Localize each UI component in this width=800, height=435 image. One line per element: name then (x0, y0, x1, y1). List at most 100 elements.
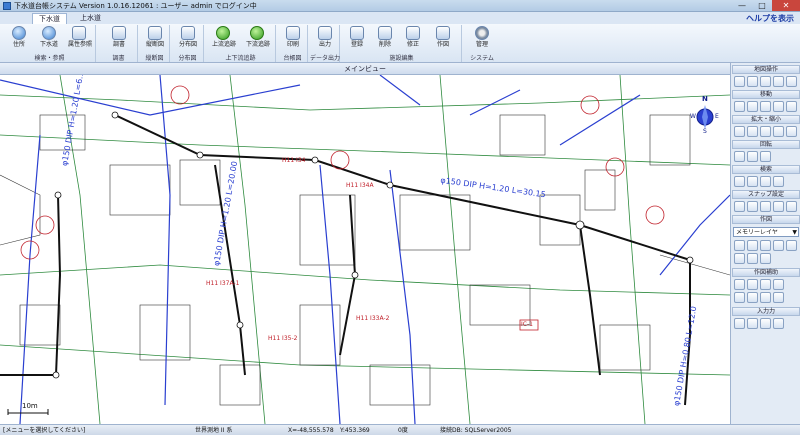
sewer-search-button[interactable]: 下水道 (38, 26, 60, 53)
print-button[interactable]: 印刷 (282, 26, 304, 53)
upstream-trace-button[interactable]: 上流追跡 (212, 26, 236, 53)
hand-icon[interactable] (734, 101, 745, 112)
title-bar: 下水道台帳システム Version 1.0.16.12061 : ユーザー ad… (0, 0, 800, 12)
annotation-circles (20, 85, 665, 260)
attribute-button[interactable]: 属性参照 (68, 26, 92, 53)
delete-button[interactable]: 削除 (374, 26, 396, 53)
draw-text-icon[interactable] (786, 240, 797, 251)
section-map-operation: 地図操作 (732, 65, 800, 74)
register-button[interactable]: 登録 (346, 26, 368, 53)
section-draw: 作図 (732, 215, 800, 224)
map-canvas[interactable]: φ150 DIP H=1.20 L=6.17 φ150 DIP H=1.20 L… (0, 75, 730, 424)
ribbon-group-report: 調書 調書 (100, 25, 138, 62)
section-rotate: 回転 (732, 140, 800, 149)
map-icon (181, 26, 195, 40)
main-pipes (0, 114, 691, 406)
assist-cut-icon[interactable] (734, 292, 745, 303)
edit-icon (406, 26, 420, 40)
flag-icon[interactable] (760, 176, 771, 187)
ribbon: 住所 下水道 属性参照 検索・参照 調書 調書 縦断図 縦断図 分布図 分布図 … (0, 24, 800, 63)
zoom-box-icon[interactable] (760, 126, 771, 137)
assist-parallel-icon[interactable] (734, 279, 745, 290)
draw-polygon-icon[interactable] (747, 253, 758, 264)
modify-button[interactable]: 修正 (402, 26, 424, 53)
ribbon-group-edit: 登録 削除 修正 作図 施設編集 (342, 25, 462, 62)
help-link[interactable]: ヘルプを表示 (746, 13, 794, 24)
marker-icon[interactable] (773, 176, 784, 187)
snap-square-icon[interactable] (734, 201, 745, 212)
arrow-left-icon[interactable] (747, 101, 758, 112)
profile-button[interactable]: 縦断図 (144, 26, 166, 53)
export-icon (318, 26, 332, 40)
draw-polyline-icon[interactable] (747, 240, 758, 251)
snap-circle-icon[interactable] (760, 201, 771, 212)
downstream-trace-button[interactable]: 下流追跡 (246, 26, 270, 53)
draw-button[interactable]: 作図 (432, 26, 454, 53)
assist-move-icon[interactable] (760, 292, 771, 303)
rotate-left-icon[interactable] (734, 151, 745, 162)
magnifier-icon (42, 26, 56, 40)
south-label: S (703, 128, 707, 135)
right-tool-panel: 地図操作 移動 拡大・縮小 回転 検索 スナップ設定 作図 メモリーレイヤ ▼ 作… (730, 63, 800, 424)
document-icon (112, 26, 126, 40)
section-move: 移動 (732, 90, 800, 99)
draw-arrow-icon[interactable] (734, 253, 745, 264)
snap-end-icon[interactable] (786, 201, 797, 212)
search-icon[interactable] (734, 176, 745, 187)
main-view-header: メインビュー (0, 63, 730, 75)
arrow-down-icon[interactable] (773, 101, 784, 112)
input-icon[interactable] (734, 318, 745, 329)
zoom-full-icon[interactable] (773, 126, 784, 137)
ic-label: IC-1 (521, 321, 533, 328)
arrow-right-icon[interactable] (786, 101, 797, 112)
pin-icon[interactable] (747, 176, 758, 187)
zoom-out-icon[interactable] (747, 126, 758, 137)
maximize-button[interactable]: □ (752, 0, 772, 11)
tool-icon[interactable] (760, 76, 771, 87)
snap-point-icon[interactable] (747, 201, 758, 212)
manhole-label: H11 I34 (282, 157, 306, 164)
assist-extend-icon[interactable] (773, 279, 784, 290)
layer-select[interactable]: メモリーレイヤ ▼ (733, 227, 799, 237)
assist-offset-icon[interactable] (760, 279, 771, 290)
export-button[interactable]: 出力 (314, 26, 336, 53)
input-icon[interactable] (773, 318, 784, 329)
draw-fill-icon[interactable] (760, 253, 771, 264)
zoom-prev-icon[interactable] (786, 126, 797, 137)
input-icon[interactable] (760, 318, 771, 329)
north-label: N (702, 95, 708, 103)
building-outlines (0, 114, 730, 406)
tool-icon[interactable] (786, 76, 797, 87)
assist-copy-icon[interactable] (773, 292, 784, 303)
snap-diamond-icon[interactable] (773, 201, 784, 212)
report-button[interactable]: 調書 (108, 26, 130, 53)
minimize-button[interactable]: — (732, 0, 752, 11)
rotate-right-icon[interactable] (747, 151, 758, 162)
zoom-in-icon[interactable] (734, 126, 745, 137)
assist-join-icon[interactable] (747, 292, 758, 303)
input-icon[interactable] (747, 318, 758, 329)
eye-icon (72, 26, 86, 40)
tab-sewer[interactable]: 下水道 (32, 13, 67, 24)
pencil-icon (436, 26, 450, 40)
assist-perpendicular-icon[interactable] (747, 279, 758, 290)
admin-button[interactable]: 管理 (471, 26, 493, 53)
window-title: 下水道台帳システム Version 1.0.16.12061 : ユーザー ad… (14, 2, 257, 10)
ribbon-tabs: 下水道 上水道 ヘルプを表示 (0, 12, 800, 24)
section-input: 入力力 (732, 307, 800, 316)
close-button[interactable]: ✕ (772, 0, 800, 11)
arrow-up-icon[interactable] (760, 101, 771, 112)
draw-line-icon[interactable] (734, 240, 745, 251)
printer-icon (286, 26, 300, 40)
draw-rect-icon[interactable] (760, 240, 771, 251)
address-button[interactable]: 住所 (8, 26, 30, 53)
tool-icon[interactable] (734, 76, 745, 87)
tool-icon[interactable] (773, 76, 784, 87)
west-label: W (690, 113, 696, 120)
status-angle: 0度 (398, 427, 408, 434)
rotate-reset-icon[interactable] (760, 151, 771, 162)
tool-icon[interactable] (747, 76, 758, 87)
tab-water[interactable]: 上水道 (74, 13, 107, 24)
draw-circle-icon[interactable] (773, 240, 784, 251)
distribution-button[interactable]: 分布図 (177, 26, 199, 53)
